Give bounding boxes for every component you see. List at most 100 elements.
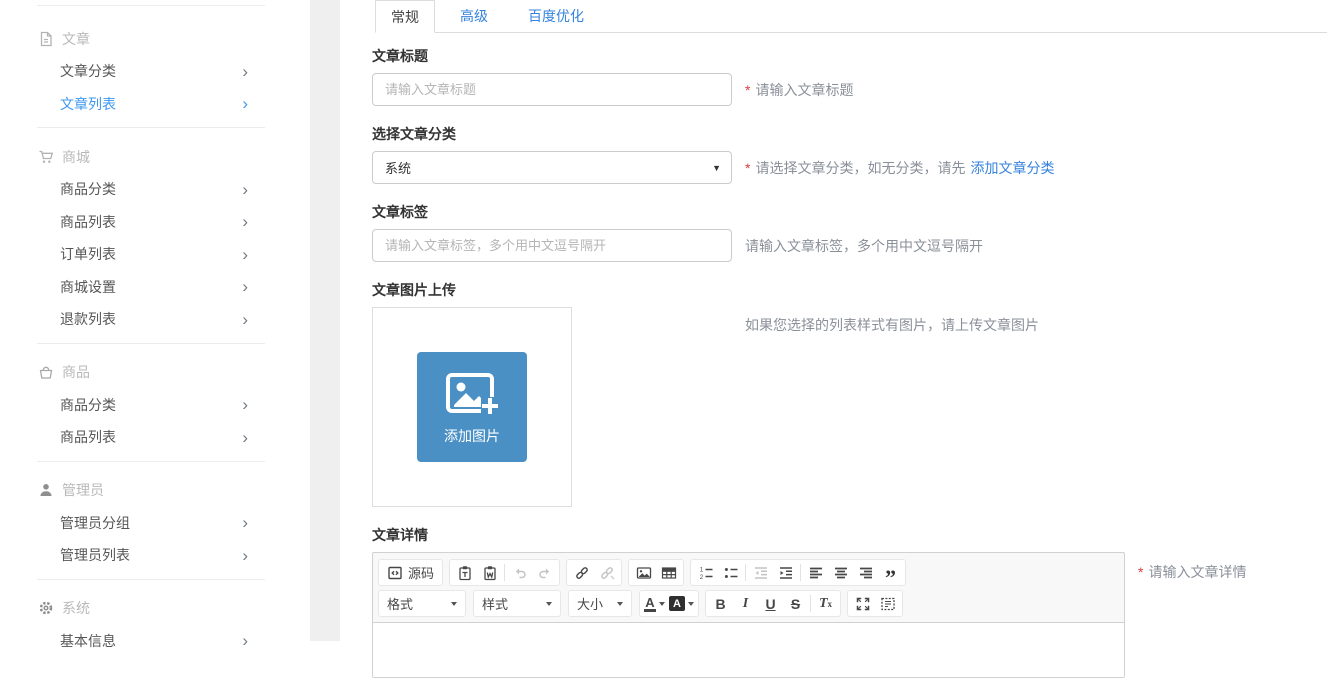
sidebar: 文章 文章分类 › 文章列表 › 商城 商品分类 › 商品列表 › 订单列表 ›… <box>0 0 310 641</box>
link-button[interactable] <box>569 561 594 584</box>
section-label: 系统 <box>62 598 90 618</box>
field-label: 文章标题 <box>372 48 1327 64</box>
chevron-right-icon: › <box>242 246 248 263</box>
tab-bar: 常规 高级 百度优化 <box>375 0 1327 33</box>
goods-icon <box>37 364 54 381</box>
show-blocks-button[interactable] <box>875 592 900 615</box>
redo-button <box>532 561 557 584</box>
field-hint: 请输入文章标签，多个用中文逗号隔开 <box>745 236 983 256</box>
insert-image-button[interactable] <box>631 561 656 584</box>
paste-word-button[interactable] <box>477 561 502 584</box>
align-left-button[interactable] <box>803 561 828 584</box>
item-label: 文章分类 <box>60 61 116 81</box>
sidebar-section-system: 系统 <box>0 592 310 625</box>
tab-baidu-seo[interactable]: 百度优化 <box>513 0 599 32</box>
sidebar-item-mall-settings[interactable]: 商城设置 › <box>0 271 310 304</box>
sidebar-item-order-list[interactable]: 订单列表 › <box>0 238 310 271</box>
article-icon <box>37 30 54 47</box>
item-label: 订单列表 <box>60 244 116 264</box>
sidebar-item-refund-list[interactable]: 退款列表 › <box>0 303 310 336</box>
section-label: 商城 <box>62 147 90 167</box>
field-label: 文章详情 <box>372 527 1327 543</box>
sidebar-item-article-category[interactable]: 文章分类 › <box>0 55 310 88</box>
align-center-icon <box>833 565 849 581</box>
item-label: 商品列表 <box>60 427 116 447</box>
source-button[interactable]: 源码 <box>381 561 440 584</box>
section-label: 文章 <box>62 29 90 49</box>
sidebar-item-admin-group[interactable]: 管理员分组 › <box>0 507 310 540</box>
table-icon <box>661 565 677 581</box>
unlink-icon <box>599 565 615 581</box>
admin-icon <box>37 482 54 499</box>
styles-combo[interactable]: 样式 <box>473 590 561 617</box>
italic-button[interactable]: I <box>733 592 758 615</box>
font-size-combo[interactable]: 大小 <box>568 590 632 617</box>
chevron-right-icon: › <box>242 63 248 80</box>
chevron-right-icon: › <box>242 396 248 413</box>
article-tags-input[interactable] <box>372 229 732 262</box>
insert-table-button[interactable] <box>656 561 681 584</box>
blockquote-button[interactable]: ” <box>878 561 903 584</box>
text-color-button[interactable]: A <box>642 592 667 615</box>
strikethrough-button[interactable]: S <box>783 592 808 615</box>
rich-text-editor: 源码 <box>372 552 1125 678</box>
section-label: 管理员 <box>62 480 104 500</box>
source-icon <box>387 565 403 581</box>
outdent-button <box>748 561 773 584</box>
toolbar-row-1: 源码 <box>378 557 1119 588</box>
combo-arrow-icon <box>659 602 665 606</box>
undo-button <box>507 561 532 584</box>
bg-color-button[interactable]: A <box>667 592 696 615</box>
select-arrow-icon: ▼ <box>712 163 721 173</box>
sidebar-section-admin: 管理员 <box>0 474 310 507</box>
item-label: 文章列表 <box>60 94 116 114</box>
sidebar-item-product-category[interactable]: 商品分类 › <box>0 173 310 206</box>
paste-text-button[interactable] <box>452 561 477 584</box>
sidebar-item-goods-list[interactable]: 商品列表 › <box>0 421 310 454</box>
field-article-title: 文章标题 * 请输入文章标题 <box>372 48 1327 106</box>
combo-arrow-icon <box>546 602 552 606</box>
add-category-link[interactable]: 添加文章分类 <box>970 158 1054 178</box>
sidebar-item-admin-list[interactable]: 管理员列表 › <box>0 539 310 572</box>
sidebar-divider <box>37 461 265 462</box>
align-center-button[interactable] <box>828 561 853 584</box>
indent-button[interactable] <box>773 561 798 584</box>
article-form: 文章标题 * 请输入文章标题 选择文章分类 系统 ▼ * 请选择文章分类，如无分… <box>372 33 1327 678</box>
toolbar-row-2: 格式 样式 大小 <box>378 588 1119 619</box>
sidebar-divider <box>37 579 265 580</box>
select-value: 系统 <box>385 158 411 177</box>
field-article-category: 选择文章分类 系统 ▼ * 请选择文章分类，如无分类，请先 添加文章分类 <box>372 126 1327 184</box>
sidebar-section-goods: 商品 <box>0 356 310 389</box>
svg-text:2: 2 <box>699 575 703 581</box>
remove-format-button[interactable]: Tx <box>813 592 838 615</box>
field-article-tags: 文章标签 请输入文章标签，多个用中文逗号隔开 <box>372 204 1327 262</box>
ordered-list-button[interactable]: 1 2 <box>693 561 718 584</box>
bold-button[interactable]: B <box>708 592 733 615</box>
sidebar-section-mall: 商城 <box>0 140 310 173</box>
category-select[interactable]: 系统 ▼ <box>372 151 732 184</box>
field-label: 文章图片上传 <box>372 282 1327 298</box>
sidebar-item-product-list[interactable]: 商品列表 › <box>0 206 310 239</box>
article-title-input[interactable] <box>372 73 732 106</box>
tab-general[interactable]: 常规 <box>375 0 435 33</box>
align-right-button[interactable] <box>853 561 878 584</box>
sidebar-item-goods-category[interactable]: 商品分类 › <box>0 389 310 422</box>
add-image-button[interactable]: 添加图片 <box>417 352 527 462</box>
bg-color-icon: A <box>669 596 685 611</box>
paste-text-icon <box>457 565 473 581</box>
combo-arrow-icon <box>688 602 694 606</box>
format-combo[interactable]: 格式 <box>378 590 466 617</box>
bullet-list-button[interactable] <box>718 561 743 584</box>
field-label: 文章标签 <box>372 204 1327 220</box>
show-blocks-icon <box>880 596 896 612</box>
chevron-right-icon: › <box>242 95 248 112</box>
maximize-button[interactable] <box>850 592 875 615</box>
tab-advanced[interactable]: 高级 <box>445 0 503 32</box>
combo-arrow-icon <box>617 602 623 606</box>
underline-button[interactable]: U <box>758 592 783 615</box>
sidebar-item-article-list[interactable]: 文章列表 › <box>0 88 310 121</box>
chevron-right-icon: › <box>242 213 248 230</box>
editor-content[interactable] <box>373 622 1124 677</box>
field-label: 选择文章分类 <box>372 126 1327 142</box>
item-label: 商城设置 <box>60 277 116 297</box>
